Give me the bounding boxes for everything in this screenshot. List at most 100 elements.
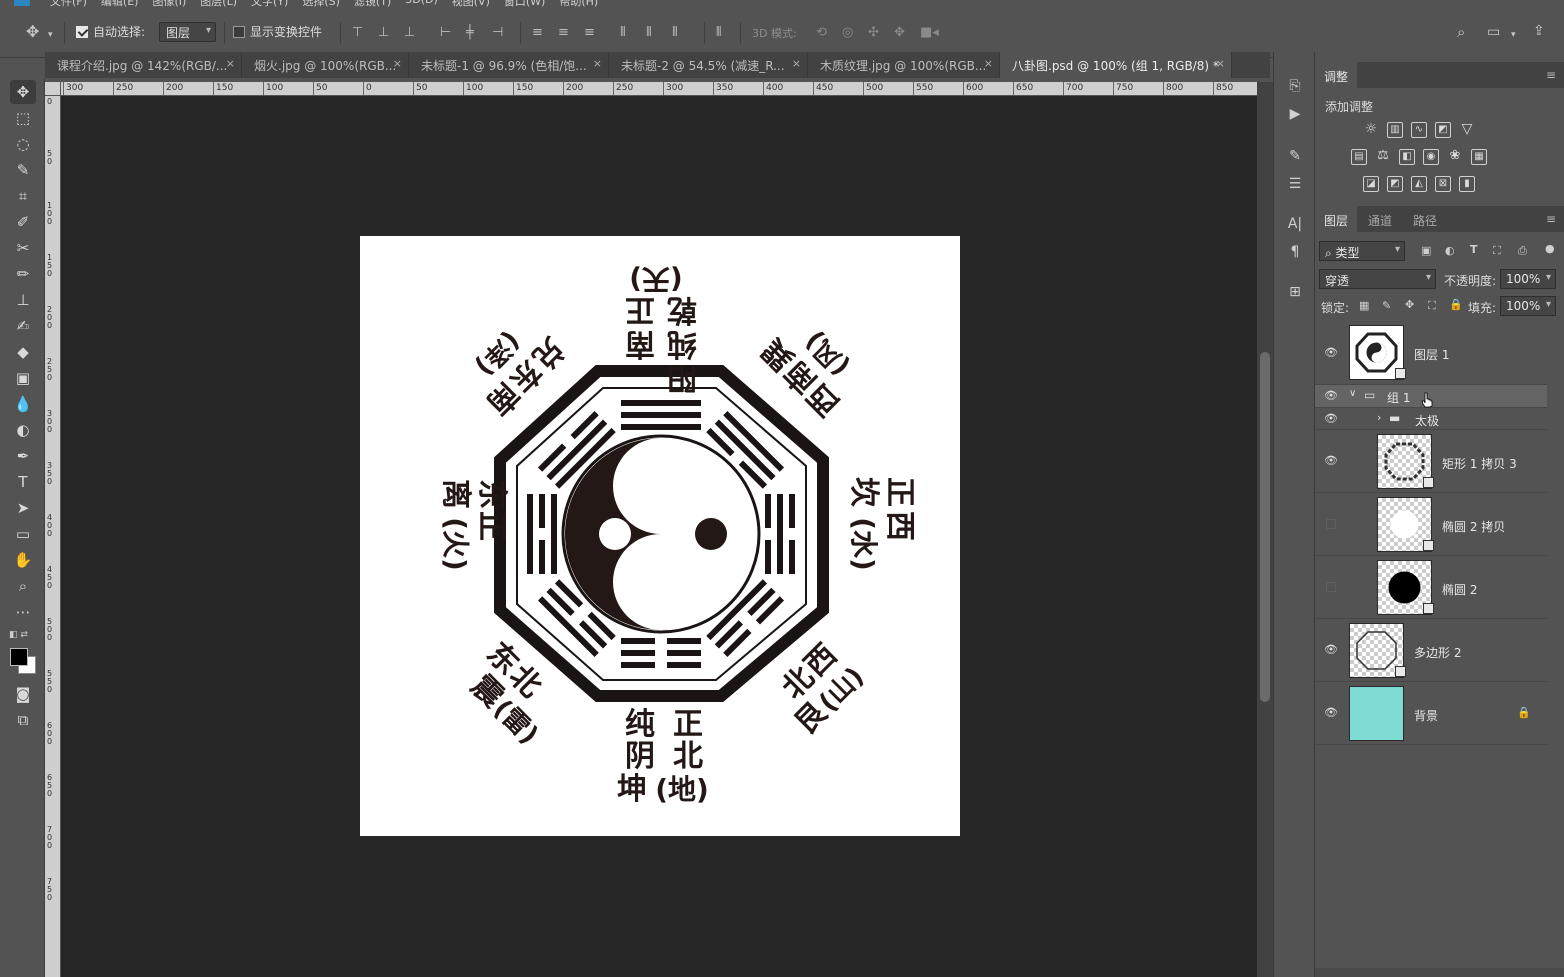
- foreground-color-swatch[interactable]: [10, 648, 28, 666]
- document-canvas[interactable]: 乾 纯 阳 正 南 (天) 纯 阴 坤 正 北 (地) 离 (火) 东 正 西 …: [360, 236, 960, 836]
- tab-fireworks[interactable]: 烟火.jpg @ 100%(RGB... ×: [242, 52, 409, 78]
- show-transform-checkbox[interactable]: [233, 26, 245, 38]
- crop-tool-icon[interactable]: ⌗: [10, 184, 36, 208]
- menu-help[interactable]: 帮助(H): [559, 0, 598, 8]
- curves-icon[interactable]: ∿: [1411, 122, 1427, 138]
- distribute-top-icon[interactable]: ≡: [532, 25, 543, 40]
- auto-align-icon[interactable]: ⫴: [716, 25, 721, 40]
- gradient-tool-icon[interactable]: ▣: [10, 366, 36, 390]
- move-tool-preset-icon[interactable]: ✥: [26, 24, 39, 40]
- vertical-ruler[interactable]: 0 50 100 150 200 250 300 350 400 450 500 550 600 650 7…: [45, 96, 61, 977]
- eraser-tool-icon[interactable]: ◆: [10, 340, 36, 364]
- black-white-icon[interactable]: ◧: [1399, 149, 1415, 165]
- align-left-icon[interactable]: ⊢: [440, 25, 451, 40]
- quick-select-tool-icon[interactable]: ✎: [10, 158, 36, 182]
- tab-wood-texture[interactable]: 木质纹理.jpg @ 100%(RGB... ×: [808, 52, 1000, 78]
- eyedropper-tool-icon[interactable]: ✐: [10, 210, 36, 234]
- tab-adjustments[interactable]: 调整: [1315, 62, 1358, 88]
- hue-saturation-icon[interactable]: ▤: [1351, 149, 1367, 165]
- color-lookup-icon[interactable]: ▦: [1471, 149, 1487, 165]
- distribute-left-icon[interactable]: ⦀: [620, 25, 626, 40]
- actions-play-icon[interactable]: ▶: [1285, 104, 1305, 124]
- chevron-down-icon[interactable]: ▾: [1511, 28, 1516, 42]
- filter-type-icon[interactable]: T: [1470, 243, 1478, 256]
- align-hcenter-icon[interactable]: ╪: [466, 25, 474, 40]
- blur-tool-icon[interactable]: 💧: [10, 392, 36, 416]
- menu-filter[interactable]: 滤镜(T): [354, 0, 391, 8]
- menu-layer[interactable]: 图层(L): [200, 0, 237, 8]
- chevron-down-icon[interactable]: ▾: [48, 28, 53, 42]
- more-tools-icon[interactable]: ⋯: [10, 600, 36, 624]
- close-icon[interactable]: ×: [984, 57, 993, 70]
- layer-row-polygon2[interactable]: 👁 多边形 2: [1315, 619, 1547, 682]
- ruler-origin[interactable]: [45, 82, 61, 96]
- tab-channels[interactable]: 通道: [1359, 206, 1401, 232]
- hand-tool-icon[interactable]: ✋: [10, 548, 36, 572]
- healing-tool-icon[interactable]: ✂: [10, 236, 36, 260]
- layer-row-ellipse2[interactable]: 椭圆 2: [1315, 556, 1547, 619]
- posterize-icon[interactable]: ◩: [1387, 176, 1403, 192]
- close-icon[interactable]: ×: [393, 57, 402, 70]
- distribute-right-icon[interactable]: ⦀: [672, 25, 678, 40]
- tab-untitled-1[interactable]: 未标题-1 @ 96.9% (色相/饱... ×: [409, 52, 609, 78]
- layer-row-rect-copy3[interactable]: 👁 矩形 1 拷贝 3: [1315, 430, 1547, 493]
- visibility-eye-icon[interactable]: 👁: [1324, 346, 1338, 360]
- horizontal-ruler[interactable]: 300 250 200 150 100 50 0 50 100 150 200 250 300 350 40…: [61, 82, 1257, 96]
- menu-window[interactable]: 窗口(W): [504, 0, 545, 8]
- blend-mode-dropdown[interactable]: 穿透 ▾: [1319, 269, 1436, 289]
- layer-row-taiji[interactable]: 👁 › ▬ 太极: [1315, 408, 1547, 430]
- path-select-tool-icon[interactable]: ➤: [10, 496, 36, 520]
- photo-filter-icon[interactable]: ◉: [1423, 149, 1439, 165]
- lock-transparency-icon[interactable]: ▦: [1359, 299, 1369, 312]
- paragraph-panel-icon[interactable]: ¶: [1285, 242, 1305, 262]
- distribute-bottom-icon[interactable]: ≡: [584, 25, 595, 40]
- default-colors-icon[interactable]: ◧ ⇄: [9, 630, 28, 640]
- tab-untitled-2[interactable]: 未标题-2 @ 54.5% (减速_R... ×: [609, 52, 808, 78]
- auto-select-checkbox[interactable]: [76, 26, 88, 38]
- layer-row-ellipse2-copy[interactable]: 椭圆 2 拷贝: [1315, 493, 1547, 556]
- 3d-roll-icon[interactable]: ◎: [842, 25, 853, 40]
- channel-mixer-icon[interactable]: ❀: [1447, 149, 1463, 165]
- canvas-workspace[interactable]: 乾 纯 阳 正 南 (天) 纯 阴 坤 正 北 (地) 离 (火) 东 正 西 …: [61, 96, 1257, 977]
- brush-tool-icon[interactable]: ✏: [10, 262, 36, 286]
- menu-file[interactable]: 文件(F): [50, 0, 87, 8]
- pen-tool-icon[interactable]: ✒: [10, 444, 36, 468]
- filter-pixel-icon[interactable]: ▣: [1421, 244, 1431, 257]
- close-icon[interactable]: ×: [1216, 57, 1225, 70]
- scrollbar-thumb[interactable]: [1260, 352, 1270, 702]
- close-icon[interactable]: ×: [792, 57, 801, 70]
- distribute-vcenter-icon[interactable]: ≡: [558, 25, 569, 40]
- vertical-scrollbar[interactable]: [1257, 82, 1273, 977]
- filter-toggle-icon[interactable]: ●: [1545, 242, 1555, 255]
- opacity-input[interactable]: 100% ▾: [1500, 269, 1556, 289]
- type-tool-icon[interactable]: T: [10, 470, 36, 494]
- auto-select-toggle[interactable]: 自动选择:: [76, 23, 145, 40]
- share-icon[interactable]: ⇪: [1533, 24, 1545, 38]
- brightness-icon[interactable]: ☼: [1363, 122, 1379, 138]
- 3d-pan-icon[interactable]: ✣: [868, 25, 879, 40]
- align-right-icon[interactable]: ⊣: [492, 25, 503, 40]
- align-top-icon[interactable]: ⊤: [352, 25, 363, 40]
- marquee-tool-icon[interactable]: ⬚: [10, 106, 36, 130]
- history-brush-icon[interactable]: ✍: [10, 314, 36, 338]
- 3d-orbit-icon[interactable]: ⟲: [816, 25, 827, 40]
- screen-mode-icon[interactable]: ⧉: [10, 708, 36, 732]
- visibility-eye-icon[interactable]: 👁: [1324, 412, 1338, 426]
- chevron-right-icon[interactable]: ›: [1377, 411, 1381, 424]
- tab-layers[interactable]: 图层: [1315, 206, 1358, 232]
- invert-icon[interactable]: ◪: [1363, 176, 1379, 192]
- menu-edit[interactable]: 编辑(E): [101, 0, 139, 8]
- visibility-toggle-off[interactable]: [1326, 582, 1336, 592]
- lasso-tool-icon[interactable]: ◌: [10, 132, 36, 156]
- chevron-down-icon[interactable]: ∨: [1349, 388, 1356, 399]
- fill-input[interactable]: 100% ▾: [1500, 296, 1556, 316]
- menu-select[interactable]: 选择(S): [302, 0, 340, 8]
- move-tool-icon[interactable]: ✥: [10, 80, 36, 104]
- brush-settings-icon[interactable]: ✎: [1285, 146, 1305, 166]
- show-transform-toggle[interactable]: 显示变换控件: [233, 23, 322, 40]
- lock-pixels-icon[interactable]: ✎: [1382, 299, 1391, 312]
- selective-color-icon[interactable]: ⊠: [1435, 176, 1451, 192]
- menu-3d[interactable]: 3D(D): [405, 0, 438, 8]
- exposure-icon[interactable]: ◩: [1435, 122, 1451, 138]
- tab-course-intro[interactable]: 课程介绍.jpg @ 142%(RGB/... ×: [45, 52, 242, 78]
